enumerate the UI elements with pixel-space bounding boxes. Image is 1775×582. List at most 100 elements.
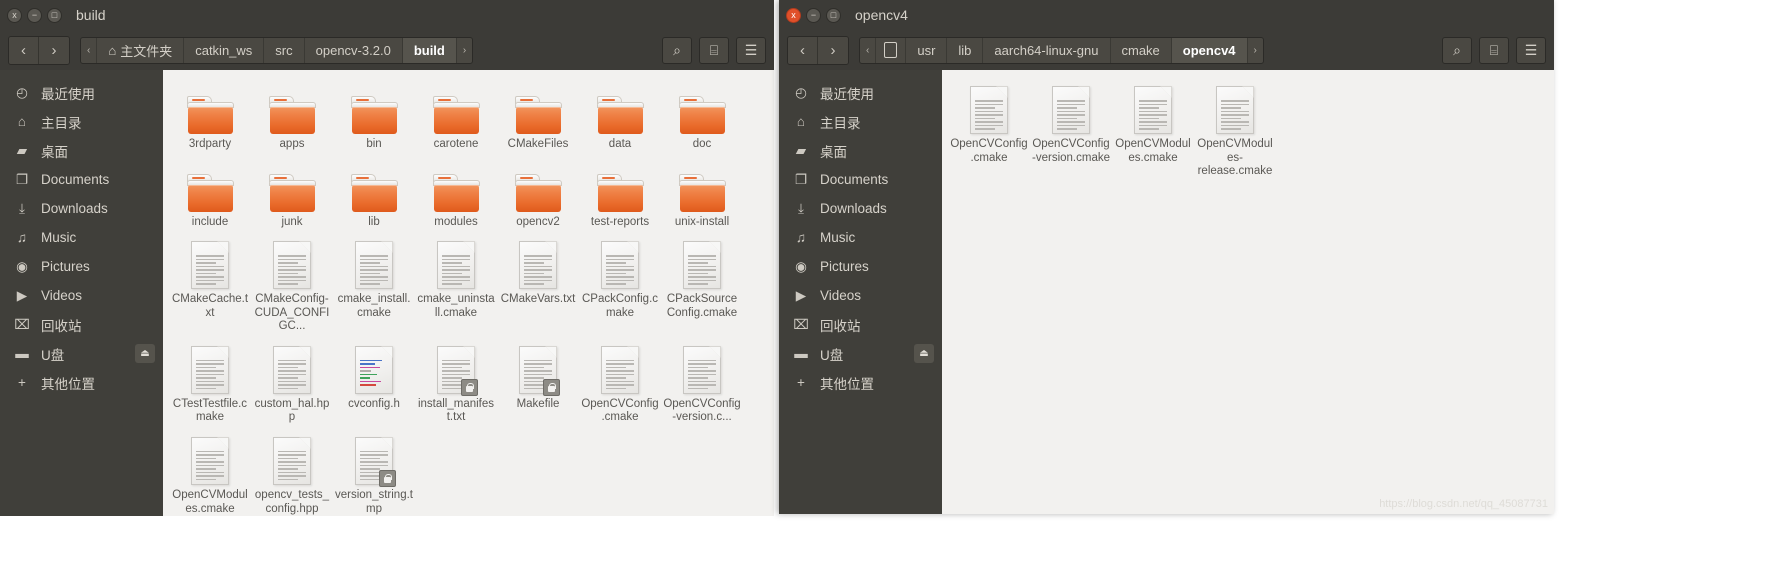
sidebar-item-1[interactable]: ⌂ 主目录 (779, 107, 942, 136)
file-item[interactable]: cmake_uninstall.cmake (415, 235, 497, 336)
file-item[interactable]: carotene (415, 80, 497, 154)
back-button[interactable]: ‹ (9, 36, 39, 64)
breadcrumb-item-lib[interactable]: lib (947, 37, 984, 63)
file-item[interactable]: include (169, 158, 251, 232)
file-item[interactable]: CPackSourceConfig.cmake (661, 235, 743, 336)
file-item[interactable]: data (579, 80, 661, 154)
file-item[interactable]: CMakeFiles (497, 80, 579, 154)
sidebar-item-2[interactable]: ▰ 桌面 (779, 136, 942, 165)
file-item[interactable]: OpenCVModules-release.cmake (1194, 80, 1276, 181)
maximize-button[interactable]: □ (826, 7, 841, 23)
file-item[interactable]: CTestTestfile.cmake (169, 340, 251, 427)
search-icon[interactable]: ⌕ (662, 36, 692, 64)
sidebar-item-8[interactable]: ⌧ 回收站 (779, 310, 942, 339)
file-item[interactable]: OpenCVConfig.cmake (948, 80, 1030, 181)
breadcrumb-item-cmake[interactable]: cmake (1111, 37, 1172, 63)
file-grid-opencv4: OpenCVConfig.cmake OpenCVConfig-version.c… (948, 80, 1548, 185)
titlebar-opencv4[interactable]: x − □ opencv4 (779, 0, 1554, 30)
file-item[interactable]: 3rdparty (169, 80, 251, 154)
file-area-opencv4[interactable]: OpenCVConfig.cmake OpenCVConfig-version.c… (942, 70, 1554, 514)
close-button[interactable]: x (786, 7, 801, 23)
file-item[interactable]: lib (333, 158, 415, 232)
sidebar-item-1[interactable]: ⌂ 主目录 (0, 107, 163, 136)
file-item[interactable]: junk (251, 158, 333, 232)
sidebar-item-5[interactable]: ♫ Music (0, 223, 163, 252)
breadcrumb-item-aarch64-linux-gnu[interactable]: aarch64-linux-gnu (983, 37, 1111, 63)
file-item[interactable]: CMakeCache.txt (169, 235, 251, 336)
file-item[interactable]: OpenCVConfig.cmake (579, 340, 661, 427)
breadcrumb-item-usr[interactable]: usr (906, 37, 948, 63)
sidebar-item-0[interactable]: ◴ 最近使用 (779, 78, 942, 107)
file-area-build[interactable]: 3rdparty apps bin carotene CMakeFiles data doc… (163, 70, 774, 516)
sidebar-item-7[interactable]: ▶ Videos (779, 281, 942, 310)
file-item[interactable]: unix-install (661, 158, 743, 232)
search-icon[interactable]: ⌕ (1442, 36, 1472, 64)
window-build[interactable]: x − □ build ‹ › ‹ ⌂ 主文件夹 catkin_ws src o… (0, 0, 774, 516)
file-item[interactable]: opencv2 (497, 158, 579, 232)
file-item[interactable]: cmake_install.cmake (333, 235, 415, 336)
file-item[interactable]: apps (251, 80, 333, 154)
menu-icon[interactable]: ☰ (736, 36, 766, 64)
breadcrumb-item-opencv-3.2.0[interactable]: opencv-3.2.0 (305, 37, 403, 63)
file-item[interactable]: doc (661, 80, 743, 154)
sidebar-item-4[interactable]: ⤓ Downloads (0, 194, 163, 223)
sidebar-item-9[interactable]: ▬ U盘 ⏏ (779, 339, 942, 368)
file-item[interactable]: OpenCVModules.cmake (169, 431, 251, 516)
file-item[interactable]: OpenCVConfig-version.cmake (1030, 80, 1112, 181)
breadcrumb-item-filesystem[interactable] (876, 37, 907, 63)
file-item[interactable]: custom_hal.hpp (251, 340, 333, 427)
sidebar-item-7[interactable]: ▶ Videos (0, 281, 163, 310)
file-item[interactable]: install_manifest.txt (415, 340, 497, 427)
file-item[interactable]: Makefile (497, 340, 579, 427)
nav-buttons: ‹ › (8, 35, 70, 65)
view-options-icon[interactable]: ⌸ (1479, 36, 1509, 64)
breadcrumb-overflow-left[interactable]: ‹ (860, 37, 877, 63)
breadcrumb-item-opencv4[interactable]: opencv4 (1171, 37, 1248, 63)
file-item[interactable]: CPackConfig.cmake (579, 235, 661, 336)
file-item[interactable]: OpenCVModules.cmake (1112, 80, 1194, 181)
file-item[interactable]: opencv_tests_config.hpp (251, 431, 333, 516)
file-item[interactable]: modules (415, 158, 497, 232)
breadcrumb-overflow-right[interactable]: › (1248, 38, 1263, 63)
maximize-button[interactable]: □ (47, 7, 62, 23)
breadcrumb-overflow-left[interactable]: ‹ (81, 37, 98, 63)
close-button[interactable]: x (7, 7, 22, 23)
folder-icon (350, 173, 398, 212)
forward-button[interactable]: › (818, 36, 848, 64)
minimize-button[interactable]: − (27, 7, 42, 23)
window-opencv4[interactable]: x − □ opencv4 ‹ › ‹ usr lib aarch64-linu… (779, 0, 1554, 514)
file-item[interactable]: bin (333, 80, 415, 154)
sidebar-item-3[interactable]: ❐ Documents (0, 165, 163, 194)
menu-icon[interactable]: ☰ (1516, 36, 1546, 64)
minimize-button[interactable]: − (806, 7, 821, 23)
breadcrumb-overflow-right[interactable]: › (457, 38, 472, 63)
file-item[interactable]: version_string.tmp (333, 431, 415, 516)
sidebar-item-10[interactable]: + 其他位置 (0, 368, 163, 397)
sidebar-item-3[interactable]: ❐ Documents (779, 165, 942, 194)
sidebar-item-6[interactable]: ◉ Pictures (0, 252, 163, 281)
sidebar-item-4[interactable]: ⤓ Downloads (779, 194, 942, 223)
eject-icon[interactable]: ⏏ (914, 344, 934, 363)
file-item[interactable]: CMakeVars.txt (497, 235, 579, 336)
eject-icon[interactable]: ⏏ (135, 344, 155, 363)
file-item[interactable]: test-reports (579, 158, 661, 232)
forward-button[interactable]: › (39, 36, 69, 64)
view-options-icon[interactable]: ⌸ (699, 36, 729, 64)
file-item[interactable]: OpenCVConfig-version.c... (661, 340, 743, 427)
sidebar-item-5[interactable]: ♫ Music (779, 223, 942, 252)
folder-icon (514, 173, 562, 212)
sidebar-item-8[interactable]: ⌧ 回收站 (0, 310, 163, 339)
breadcrumb-item-catkin_ws[interactable]: catkin_ws (184, 37, 265, 63)
file-item[interactable]: CMakeConfig-CUDA_CONFIGC... (251, 235, 333, 336)
sidebar-item-10[interactable]: + 其他位置 (779, 368, 942, 397)
sidebar-item-6[interactable]: ◉ Pictures (779, 252, 942, 281)
sidebar-item-0[interactable]: ◴ 最近使用 (0, 78, 163, 107)
sidebar-item-9[interactable]: ▬ U盘 ⏏ (0, 339, 163, 368)
file-item[interactable]: cvconfig.h (333, 340, 415, 427)
breadcrumb-item-home[interactable]: ⌂ 主文件夹 (97, 37, 185, 63)
back-button[interactable]: ‹ (788, 36, 818, 64)
titlebar-build[interactable]: x − □ build (0, 0, 774, 30)
breadcrumb-item-build[interactable]: build (402, 37, 457, 63)
breadcrumb-item-src[interactable]: src (264, 37, 305, 63)
sidebar-item-2[interactable]: ▰ 桌面 (0, 136, 163, 165)
